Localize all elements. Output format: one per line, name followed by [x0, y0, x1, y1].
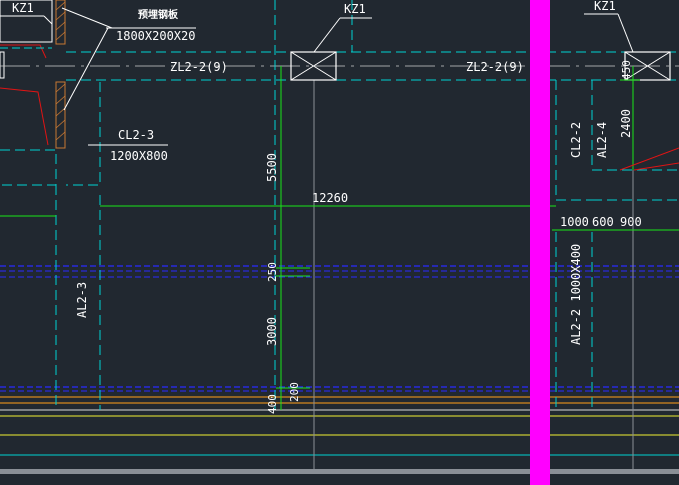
red-line-top-left	[0, 44, 47, 59]
kz1-center-leader	[313, 17, 341, 53]
gray-band	[0, 469, 679, 474]
red-line-right-1	[619, 147, 679, 171]
plate-leader-2	[63, 27, 109, 111]
dim-1000-text: 1000	[560, 215, 589, 229]
hatch-wall-top	[55, 0, 66, 45]
kz1-left-label: KZ1	[12, 1, 34, 15]
hatch-2	[55, 11, 66, 21]
dim-250-text: 250	[266, 262, 279, 282]
cyan-dash-left-1	[0, 149, 57, 186]
dim-3000-text: 3000	[265, 317, 279, 346]
hatch-7	[55, 107, 66, 117]
dim-600-text: 600	[592, 215, 614, 229]
cl2-3-label: CL2-3	[118, 128, 154, 142]
small-white-box-left	[0, 51, 5, 79]
cl2-2-label: CL2-2	[569, 122, 583, 158]
kz1-center-label: KZ1	[344, 2, 366, 16]
hatch-5	[55, 83, 66, 93]
al2-2-label: AL2-2 1000X400	[569, 244, 583, 345]
plate-leader-1	[61, 7, 113, 29]
cad-drawing: 预埋钢板 1800X200X20 KZ1 CL2-3 1200X800 AL2-…	[0, 0, 679, 485]
al2-4-label: AL2-4	[595, 122, 609, 158]
embedded-plate-label: 预埋钢板	[138, 8, 179, 21]
hatch-9	[55, 131, 66, 141]
kz1-right-leader	[617, 13, 634, 53]
kz1-right-label: KZ1	[594, 0, 616, 13]
dim-2400-text: 2400	[619, 109, 633, 138]
red-line-left-mid	[0, 87, 49, 146]
dim-400-text: 400	[266, 394, 279, 414]
magenta-wall	[530, 0, 550, 485]
hatch-4	[55, 31, 66, 41]
cl2-3-size: 1200X800	[110, 149, 168, 163]
zl2-2-right-label: ZL2-2(9)	[466, 60, 524, 74]
cad-drawing-canvas[interactable]: 预埋钢板 1800X200X20 KZ1 CL2-3 1200X800 AL2-…	[0, 0, 679, 485]
hatch-3	[55, 21, 66, 31]
zl2-2-left-label: ZL2-2(9)	[170, 60, 228, 74]
dim-450-text: 450	[620, 60, 633, 80]
al2-3-label: AL2-3	[75, 282, 89, 318]
dim-200-text: 200	[288, 382, 301, 402]
hatch-6	[55, 95, 66, 105]
dim-12260-text: 12260	[312, 191, 348, 205]
hatch-8	[55, 119, 66, 129]
embedded-plate-size: 1800X200X20	[116, 29, 195, 43]
red-line-right-2	[633, 162, 679, 171]
dim-5500-text: 5500	[265, 153, 279, 182]
kz1-left-leader	[43, 15, 53, 25]
dim-900-text: 900	[620, 215, 642, 229]
